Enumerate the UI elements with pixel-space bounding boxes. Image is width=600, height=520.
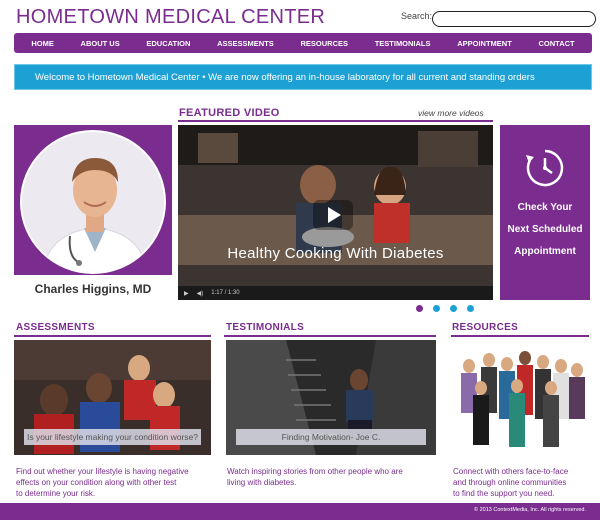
resources-rule bbox=[451, 335, 589, 337]
testimonials-image[interactable]: Finding Motivation- Joe C. bbox=[226, 340, 436, 455]
nav-testimonials[interactable]: TESTIMONIALS bbox=[375, 39, 431, 48]
carousel-dot-1[interactable] bbox=[416, 305, 423, 312]
doctor-name[interactable]: Charles Higgins, MD bbox=[14, 282, 172, 296]
featured-video-title: FEATURED VIDEO bbox=[179, 107, 280, 119]
resources-text-line: and through online communities bbox=[453, 478, 567, 487]
resources-text: Connect with others face-to-face and thr… bbox=[453, 466, 568, 499]
assessments-text-line: to determine your risk. bbox=[16, 489, 96, 498]
doctor-photo bbox=[20, 130, 166, 274]
nav-education[interactable]: EDUCATION bbox=[146, 39, 190, 48]
nav-contact[interactable]: CONTACT bbox=[539, 39, 575, 48]
video-time: 1:17 / 1:30 bbox=[211, 290, 240, 296]
resources-text-line: to find the support you need. bbox=[453, 489, 555, 498]
view-more-videos-link[interactable]: view more videos bbox=[418, 108, 484, 118]
search-input[interactable] bbox=[432, 11, 596, 27]
testimonials-rule bbox=[224, 335, 436, 337]
video-player[interactable]: Healthy Cooking With Diabetes ▶ ◀) 1:17 … bbox=[178, 125, 493, 300]
resources-image[interactable] bbox=[451, 340, 589, 455]
doctor-panel[interactable] bbox=[14, 125, 172, 275]
resources-title: RESOURCES bbox=[452, 322, 519, 333]
testimonials-text-line: Watch inspiring stories from other peopl… bbox=[227, 467, 403, 476]
volume-icon[interactable]: ◀) bbox=[197, 290, 204, 297]
banner-text: Welcome to Hometown Medical Center • We … bbox=[35, 71, 535, 83]
assessments-title: ASSESSMENTS bbox=[16, 322, 95, 333]
clock-icon bbox=[526, 149, 564, 187]
resources-photo bbox=[451, 340, 589, 455]
testimonials-overlay: Finding Motivation- Joe C. bbox=[236, 429, 426, 445]
appointment-line-1: Check Your bbox=[517, 202, 573, 213]
nav-assessments[interactable]: ASSESSMENTS bbox=[217, 39, 274, 48]
video-caption: Healthy Cooking With Diabetes bbox=[227, 245, 444, 262]
video-controls: ▶ ◀) 1:17 / 1:30 bbox=[178, 286, 493, 300]
assessments-image[interactable]: Is your lifestyle making your condition … bbox=[14, 340, 211, 455]
featured-rule bbox=[178, 120, 493, 122]
main-nav: HOME ABOUT US EDUCATION ASSESSMENTS RESO… bbox=[14, 33, 592, 53]
appointment-line-2: Next Scheduled bbox=[507, 224, 583, 235]
appointment-line-3: Appointment bbox=[514, 246, 576, 257]
assessments-text: Find out whether your lifestyle is havin… bbox=[16, 466, 189, 499]
assessments-text-line: Find out whether your lifestyle is havin… bbox=[16, 467, 189, 476]
carousel-dot-3[interactable] bbox=[450, 305, 457, 312]
nav-resources[interactable]: RESOURCES bbox=[300, 39, 348, 48]
carousel-dot-4[interactable] bbox=[467, 305, 474, 312]
play-control-icon[interactable]: ▶ bbox=[184, 290, 189, 297]
site-header: HOMETOWN MEDICAL CENTER Search: bbox=[14, 4, 596, 30]
assessments-text-line: effects on your condition along with oth… bbox=[16, 478, 177, 487]
nav-about-us[interactable]: ABOUT US bbox=[81, 39, 120, 48]
resources-text-line: Connect with others face-to-face bbox=[453, 467, 569, 476]
site-footer: © 2013 ContextMedia, Inc. All rights res… bbox=[0, 503, 600, 520]
testimonials-text: Watch inspiring stories from other peopl… bbox=[227, 466, 403, 488]
testimonials-title: TESTIMONIALS bbox=[226, 322, 305, 333]
announcement-banner[interactable]: Welcome to Hometown Medical Center • We … bbox=[14, 64, 592, 90]
play-icon[interactable] bbox=[313, 200, 353, 230]
copyright-text: © 2013 ContextMedia, Inc. All rights res… bbox=[474, 507, 586, 513]
assessments-overlay: Is your lifestyle making your condition … bbox=[24, 429, 201, 445]
search-label: Search: bbox=[401, 11, 433, 21]
nav-home[interactable]: HOME bbox=[31, 39, 54, 48]
testimonials-text-line: living with diabetes. bbox=[227, 478, 297, 487]
doctor-illustration bbox=[22, 132, 164, 272]
site-title[interactable]: HOMETOWN MEDICAL CENTER bbox=[16, 6, 325, 29]
nav-appointment[interactable]: APPOINTMENT bbox=[457, 39, 512, 48]
check-appointment-button[interactable]: Check Your Next Scheduled Appointment bbox=[500, 125, 590, 300]
carousel-dot-2[interactable] bbox=[433, 305, 440, 312]
assessments-rule bbox=[14, 335, 211, 337]
carousel-dots bbox=[416, 305, 474, 312]
